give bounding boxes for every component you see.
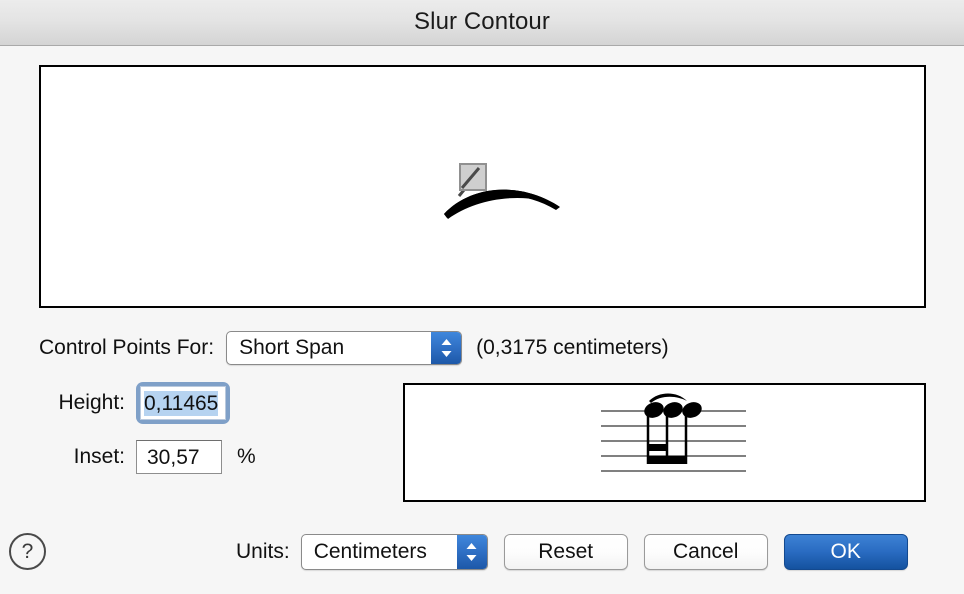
units-value: Centimeters bbox=[313, 540, 427, 563]
inset-row: Inset: 30,57 % bbox=[39, 440, 256, 474]
cancel-button[interactable]: Cancel bbox=[643, 534, 768, 570]
control-points-span-value: Short Span bbox=[239, 336, 345, 359]
inset-input[interactable]: 30,57 bbox=[136, 440, 222, 474]
units-popup[interactable]: Centimeters bbox=[300, 534, 488, 570]
height-focus-ring: 0,11465 bbox=[136, 382, 230, 424]
units-label: Units: bbox=[236, 540, 290, 563]
inset-percent-label: % bbox=[237, 445, 256, 468]
inset-label: Inset: bbox=[73, 445, 125, 468]
help-button[interactable]: ? bbox=[9, 533, 46, 570]
question-mark-icon: ? bbox=[21, 539, 34, 563]
height-label: Height: bbox=[58, 391, 125, 414]
height-input-value: 0,11465 bbox=[144, 391, 219, 416]
slur-contour-preview[interactable] bbox=[39, 65, 926, 308]
reset-button[interactable]: Reset bbox=[503, 534, 628, 570]
chevron-updown-icon bbox=[431, 332, 462, 364]
dialog-button-bar: Units: Centimeters Reset Cancel OK bbox=[236, 533, 908, 571]
control-points-label: Control Points For: bbox=[39, 336, 215, 359]
control-points-span-popup[interactable]: Short Span bbox=[226, 331, 463, 365]
height-row: Height: 0,11465 bbox=[39, 382, 230, 424]
height-input[interactable]: 0,11465 bbox=[140, 386, 226, 420]
chevron-updown-icon bbox=[456, 535, 487, 569]
span-length-note: (0,3175 centimeters) bbox=[476, 336, 669, 359]
dialog-titlebar: Slur Contour bbox=[0, 0, 964, 46]
dialog-title: Slur Contour bbox=[414, 8, 550, 35]
ok-button[interactable]: OK bbox=[783, 534, 908, 570]
control-point-handle-icon[interactable] bbox=[41, 67, 924, 306]
music-staff-icon bbox=[601, 393, 746, 472]
music-notation-preview bbox=[403, 383, 926, 502]
slur-contour-dialog: Slur Contour Control Points For: Short S… bbox=[0, 0, 964, 594]
control-points-row: Control Points For: Short Span (0,3175 c… bbox=[39, 331, 669, 365]
